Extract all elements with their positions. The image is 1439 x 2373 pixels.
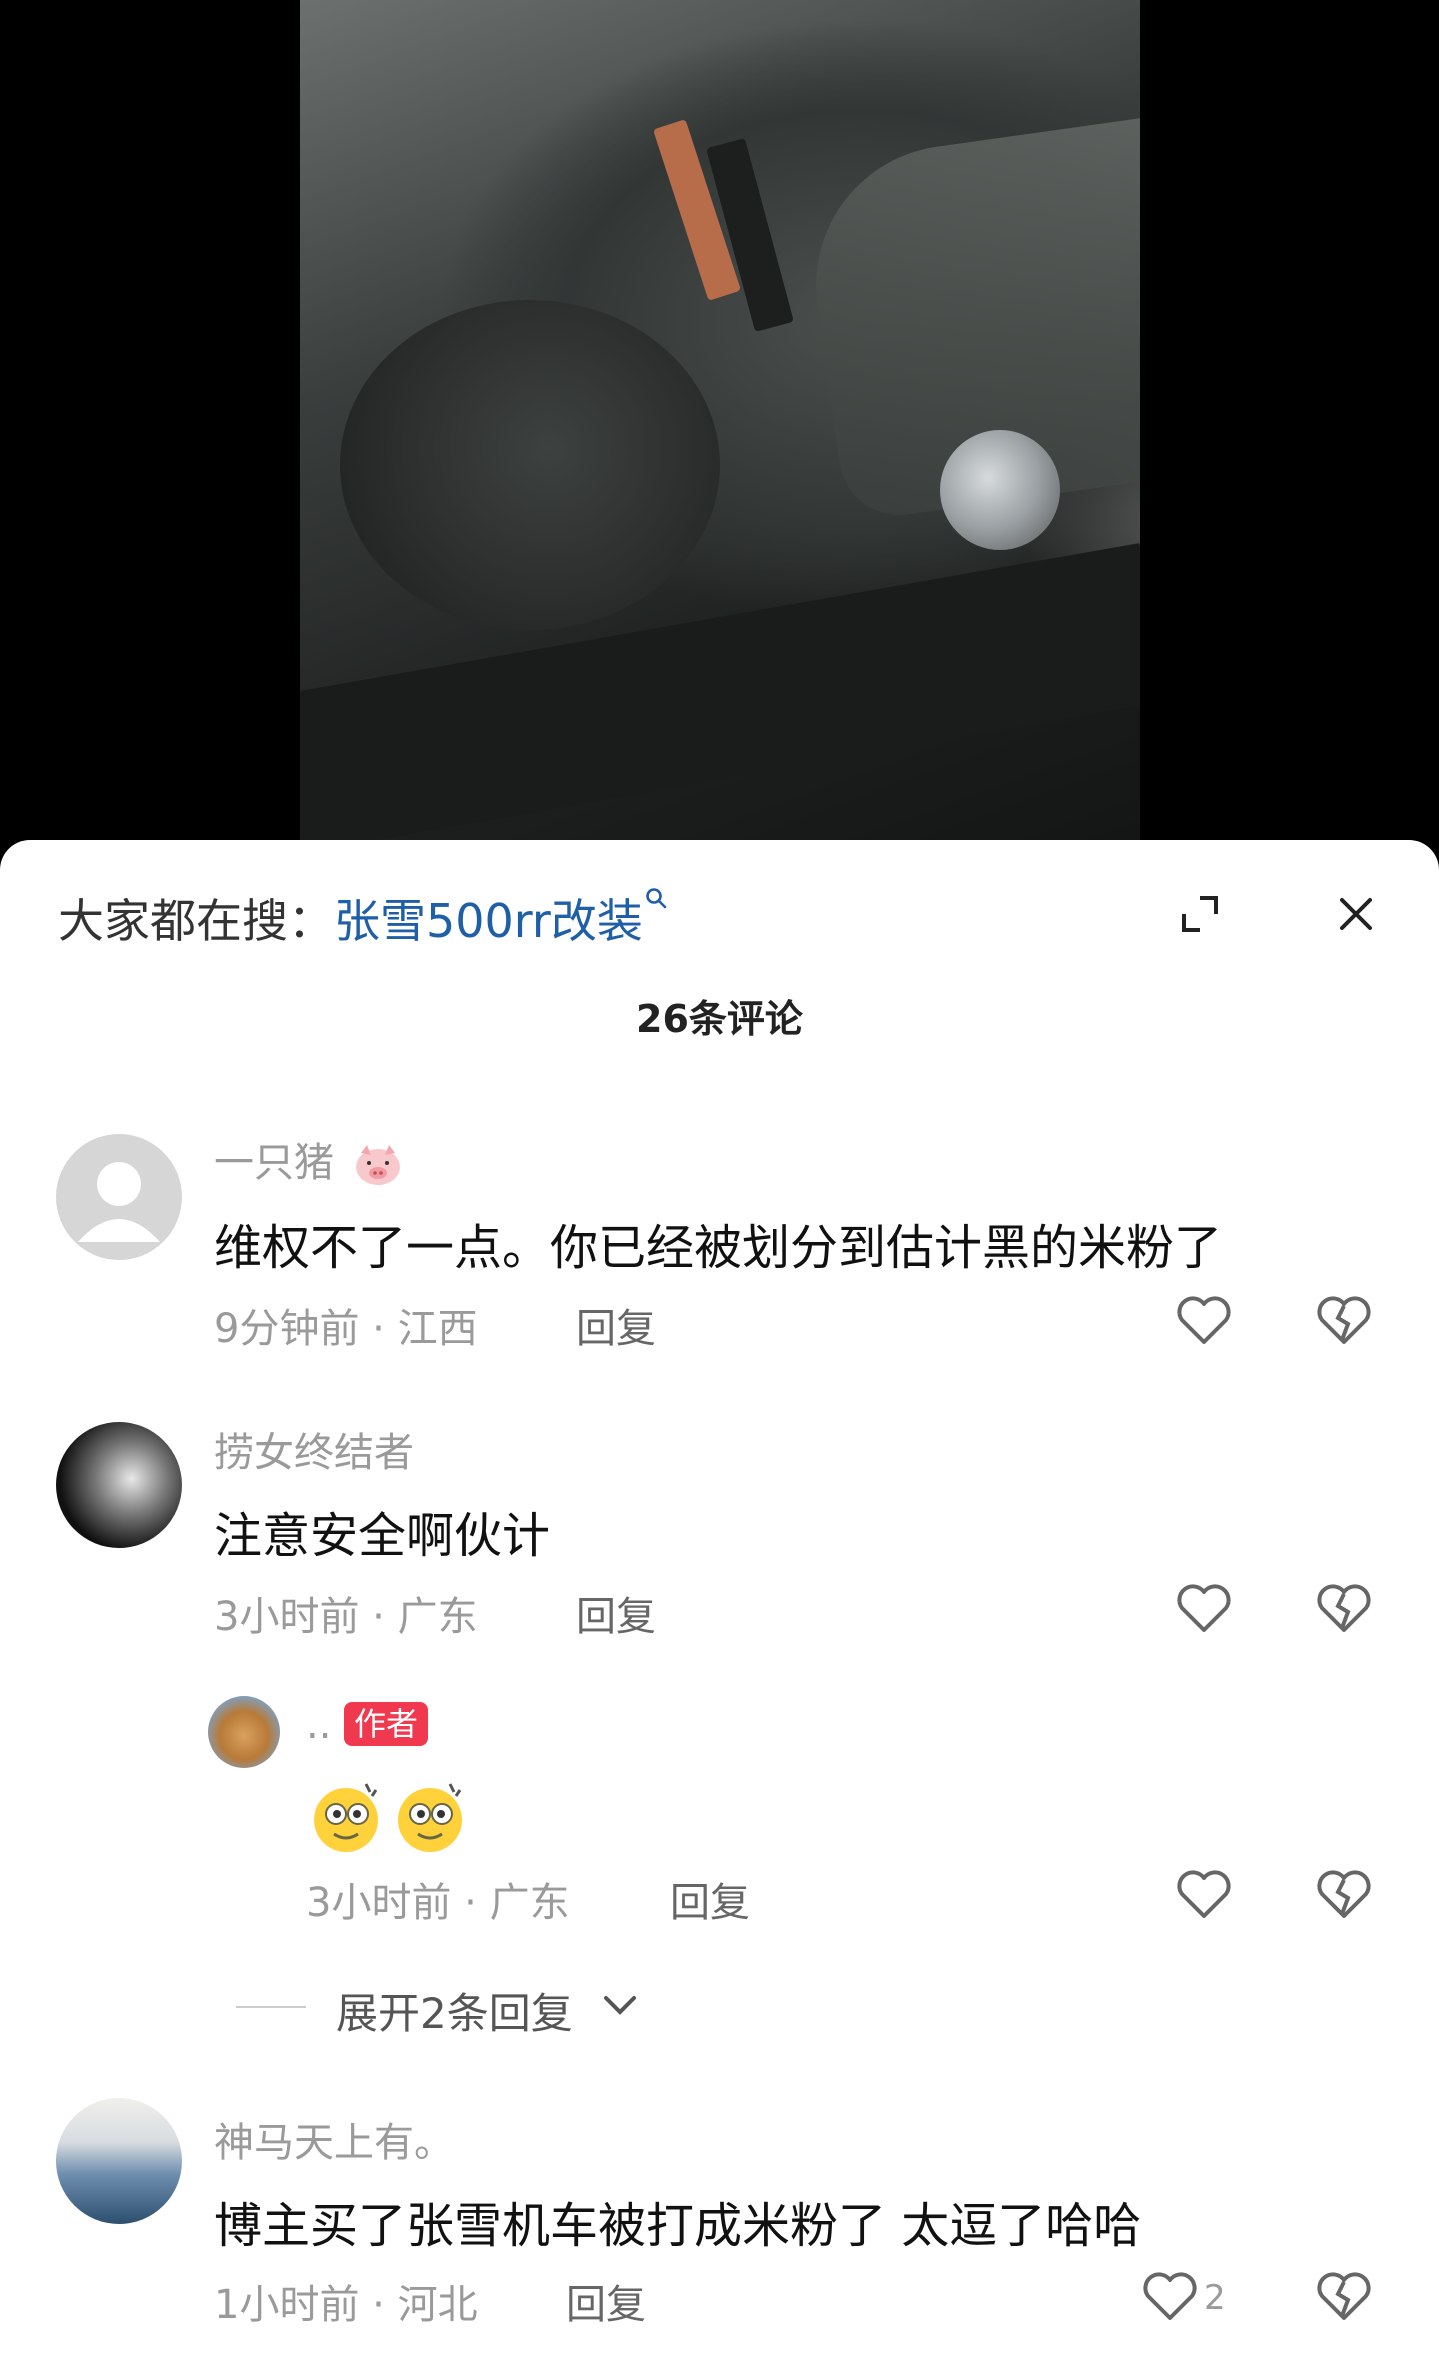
trending-search-prefix: 大家都在搜： xyxy=(58,894,334,948)
broken-heart-icon[interactable] xyxy=(1316,1868,1372,1920)
broken-heart-icon[interactable] xyxy=(1316,1294,1372,1346)
pig-icon xyxy=(355,1145,400,1185)
comment-location: 广东 xyxy=(397,1594,478,1640)
author-badge: 作者 xyxy=(344,1702,429,1746)
comment-count: 26条评论 xyxy=(636,997,803,1041)
comment-text: 维权不了一点。你已经被划分到估计黑的米粉了 xyxy=(214,1220,1223,1276)
expand-replies-button[interactable]: 展开2条回复 xyxy=(336,1980,573,2041)
avatar[interactable] xyxy=(56,1422,182,1548)
heart-icon[interactable] xyxy=(1176,1582,1232,1634)
comment-username[interactable]: 神马天上有。 xyxy=(214,2110,454,2168)
comment-meta: 3小时前 · 广东 xyxy=(214,1594,478,1640)
reply-meta: 3小时前 · 广东 xyxy=(306,1880,570,1926)
reply-avatar[interactable] xyxy=(208,1696,280,1768)
reply-button[interactable]: 回复 xyxy=(576,1296,656,1354)
heart-icon[interactable] xyxy=(1176,1294,1232,1346)
comment-sheet: 大家都在搜：张雪500rr改装 26条评论 一只猪 维权不了一点。你已经被划分到… xyxy=(0,840,1439,2373)
reply-button[interactable]: 回复 xyxy=(670,1870,750,1928)
comment-time: 3小时前 xyxy=(214,1594,360,1640)
expand-icon[interactable] xyxy=(1176,890,1224,938)
heart-icon[interactable] xyxy=(1176,1868,1232,1920)
comment-meta: 9分钟前 · 江西 xyxy=(214,1306,478,1352)
comment-time: 1小时前 xyxy=(214,2282,360,2328)
comment-meta: 1小时前 · 河北 xyxy=(214,2282,478,2328)
heart-icon[interactable] xyxy=(1142,2270,1198,2322)
reply-time: 3小时前 xyxy=(306,1880,452,1926)
post-photo xyxy=(300,0,1140,840)
dizzy-face-emoji xyxy=(314,1783,378,1852)
video-area[interactable] xyxy=(0,0,1439,860)
comment-location: 江西 xyxy=(397,1306,478,1352)
comment-location: 河北 xyxy=(397,2282,478,2328)
like-count: 2 xyxy=(1204,2278,1226,2318)
reply-button[interactable]: 回复 xyxy=(566,2272,646,2330)
reply-location: 广东 xyxy=(489,1880,570,1926)
reply-button[interactable]: 回复 xyxy=(576,1584,656,1642)
broken-heart-icon[interactable] xyxy=(1316,2270,1372,2322)
comment-text: 博主买了张雪机车被打成米粉了 太逗了哈哈 xyxy=(214,2198,1142,2254)
expand-divider xyxy=(236,2006,306,2008)
trending-search-link[interactable]: 张雪500rr改装 xyxy=(334,894,643,948)
avatar[interactable] xyxy=(56,1134,182,1260)
chevron-down-icon[interactable] xyxy=(600,1990,640,2020)
comment-username[interactable]: 捞女终结者 xyxy=(214,1420,414,1478)
comment-text: 注意安全啊伙计 xyxy=(214,1508,551,1564)
search-icon xyxy=(646,888,667,909)
dizzy-face-emoji xyxy=(398,1783,462,1852)
comment-username[interactable]: 一只猪 xyxy=(214,1130,403,1188)
avatar[interactable] xyxy=(56,2098,182,2224)
broken-heart-icon[interactable] xyxy=(1316,1582,1372,1634)
username-text: 一只猪 xyxy=(214,1140,334,1186)
reply-username[interactable]: .. xyxy=(306,1702,331,1748)
comment-time: 9分钟前 xyxy=(214,1306,360,1352)
close-icon[interactable] xyxy=(1332,890,1380,938)
trending-search[interactable]: 大家都在搜：张雪500rr改装 xyxy=(58,885,667,951)
